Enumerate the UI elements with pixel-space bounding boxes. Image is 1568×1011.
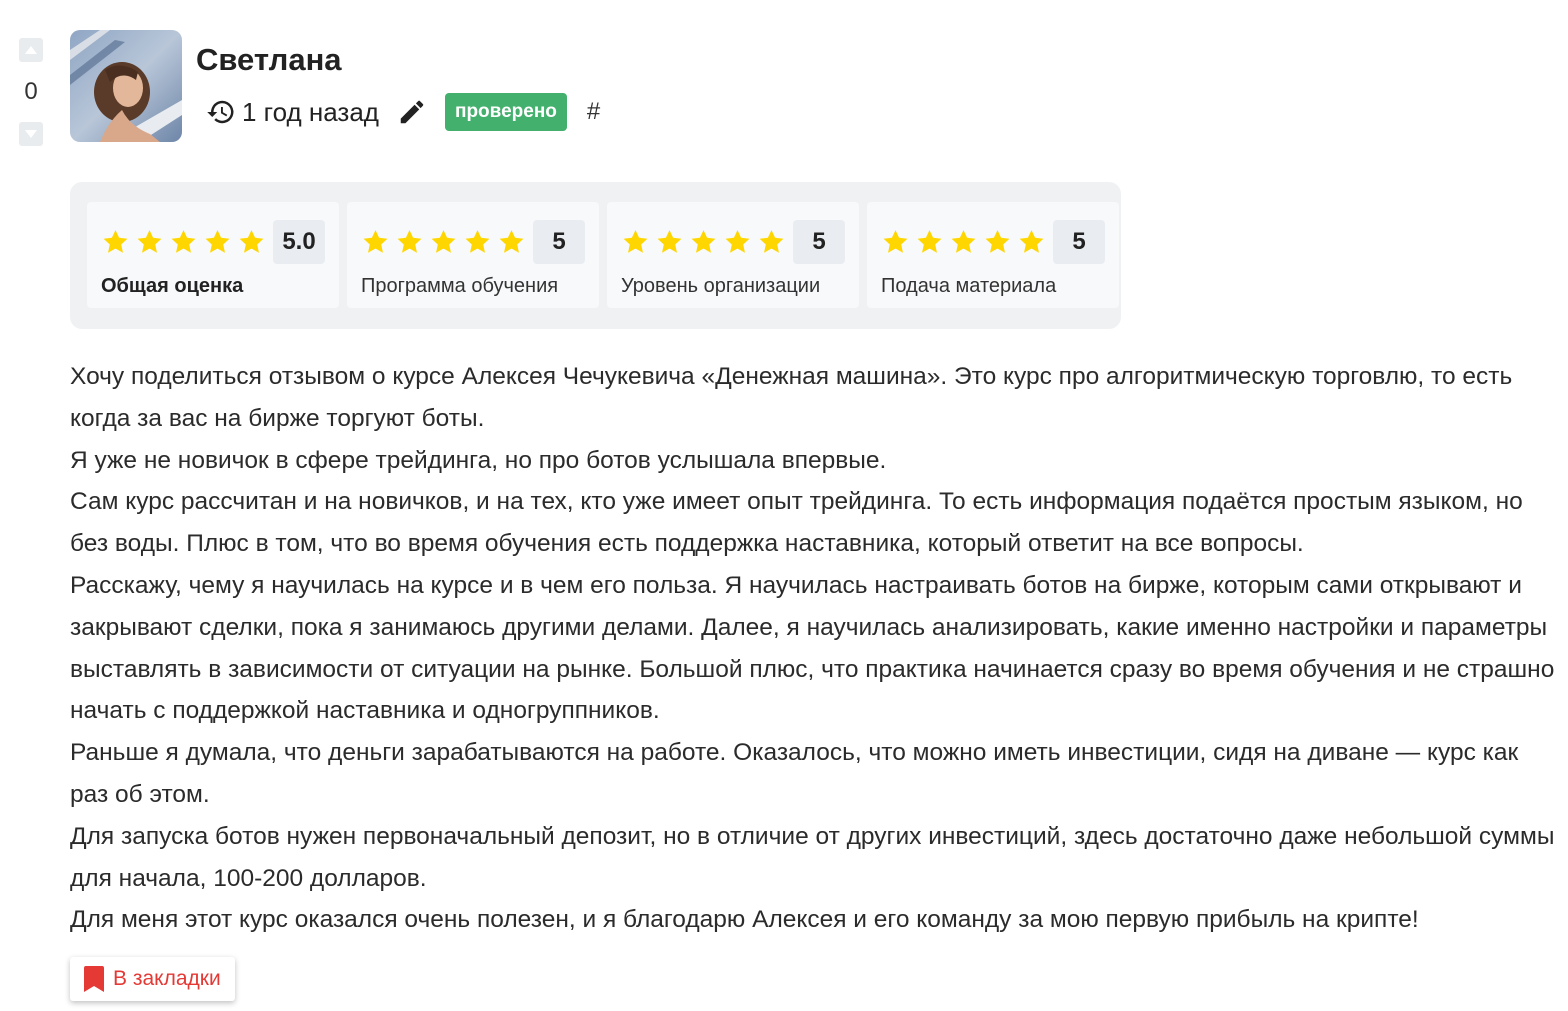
rating-card-overall: 5.0 Общая оценка bbox=[87, 202, 339, 308]
star-rating bbox=[361, 228, 526, 256]
rating-card-organization: 5 Уровень организации bbox=[607, 202, 859, 308]
star-icon bbox=[239, 230, 264, 253]
star-icon bbox=[137, 230, 162, 253]
bookmark-button[interactable]: В закладки bbox=[70, 957, 235, 1001]
vote-up-button[interactable] bbox=[19, 38, 43, 62]
review-time: 1 год назад bbox=[242, 96, 379, 127]
review-paragraph: Раньше я думала, что деньги зарабатывают… bbox=[70, 739, 1519, 808]
vote-count: 0 bbox=[24, 78, 38, 105]
rating-score: 5.0 bbox=[273, 220, 325, 264]
triangle-down-icon bbox=[25, 130, 37, 138]
triangle-up-icon bbox=[25, 46, 37, 54]
rating-score: 5 bbox=[793, 220, 845, 264]
vote-down-button[interactable] bbox=[19, 122, 43, 146]
star-icon bbox=[171, 230, 196, 253]
star-rating bbox=[101, 228, 266, 256]
avatar-photo bbox=[70, 30, 182, 142]
star-icon bbox=[883, 230, 908, 253]
rating-score: 5 bbox=[1053, 220, 1105, 264]
review-text: Хочу поделиться отзывом о курсе Алексея … bbox=[70, 356, 1560, 941]
ratings-panel: 5.0 Общая оценка 5 Программа обучения 5 … bbox=[70, 182, 1121, 329]
rating-label: Уровень организации bbox=[621, 275, 821, 297]
rating-score: 5 bbox=[533, 220, 585, 264]
star-icon bbox=[103, 230, 128, 253]
rating-label: Общая оценка bbox=[101, 275, 244, 297]
star-icon bbox=[623, 230, 648, 253]
star-rating bbox=[881, 228, 1046, 256]
review-meta: 1 год назад проверено # bbox=[206, 92, 600, 132]
vote-widget: 0 bbox=[18, 38, 44, 146]
star-icon bbox=[397, 230, 422, 253]
review-paragraph: Для запуска ботов нужен первоначальный д… bbox=[70, 822, 1555, 892]
history-icon bbox=[207, 100, 234, 124]
star-icon bbox=[917, 230, 942, 253]
review-paragraph: Сам курс рассчитан и на новичков, и на т… bbox=[70, 488, 1523, 558]
bookmark-label: В закладки bbox=[113, 967, 221, 990]
star-icon bbox=[363, 230, 388, 253]
rating-label: Программа обучения bbox=[361, 275, 559, 297]
permalink-hash[interactable]: # bbox=[587, 98, 600, 126]
star-icon bbox=[1019, 230, 1044, 253]
star-rating bbox=[621, 228, 786, 256]
star-icon bbox=[759, 230, 784, 253]
rating-label: Подача материала bbox=[881, 275, 1057, 297]
star-icon bbox=[691, 230, 716, 253]
author-name[interactable]: Светлана bbox=[196, 42, 342, 78]
review-paragraph: Хочу поделиться отзывом о курсе Алексея … bbox=[70, 363, 1513, 432]
edit-button[interactable] bbox=[397, 97, 427, 127]
star-icon bbox=[725, 230, 750, 253]
star-icon bbox=[985, 230, 1010, 253]
star-icon bbox=[951, 230, 976, 253]
avatar[interactable] bbox=[70, 30, 182, 142]
rating-card-program: 5 Программа обучения bbox=[347, 202, 599, 308]
star-icon bbox=[465, 230, 490, 253]
rating-card-delivery: 5 Подача материала bbox=[867, 202, 1119, 308]
star-icon bbox=[431, 230, 456, 253]
review-paragraph: Для меня этот курс оказался очень полезе… bbox=[70, 906, 1419, 934]
star-icon bbox=[657, 230, 682, 253]
star-icon bbox=[499, 230, 524, 253]
pencil-icon bbox=[400, 100, 424, 124]
verified-badge: проверено bbox=[444, 93, 567, 131]
review-paragraph: Я уже не новичок в сфере трейдинга, но п… bbox=[70, 446, 887, 474]
review-paragraph: Расскажу, чему я научилась на курсе и в … bbox=[70, 571, 1555, 725]
star-icon bbox=[205, 230, 230, 253]
bookmark-icon bbox=[84, 966, 104, 992]
